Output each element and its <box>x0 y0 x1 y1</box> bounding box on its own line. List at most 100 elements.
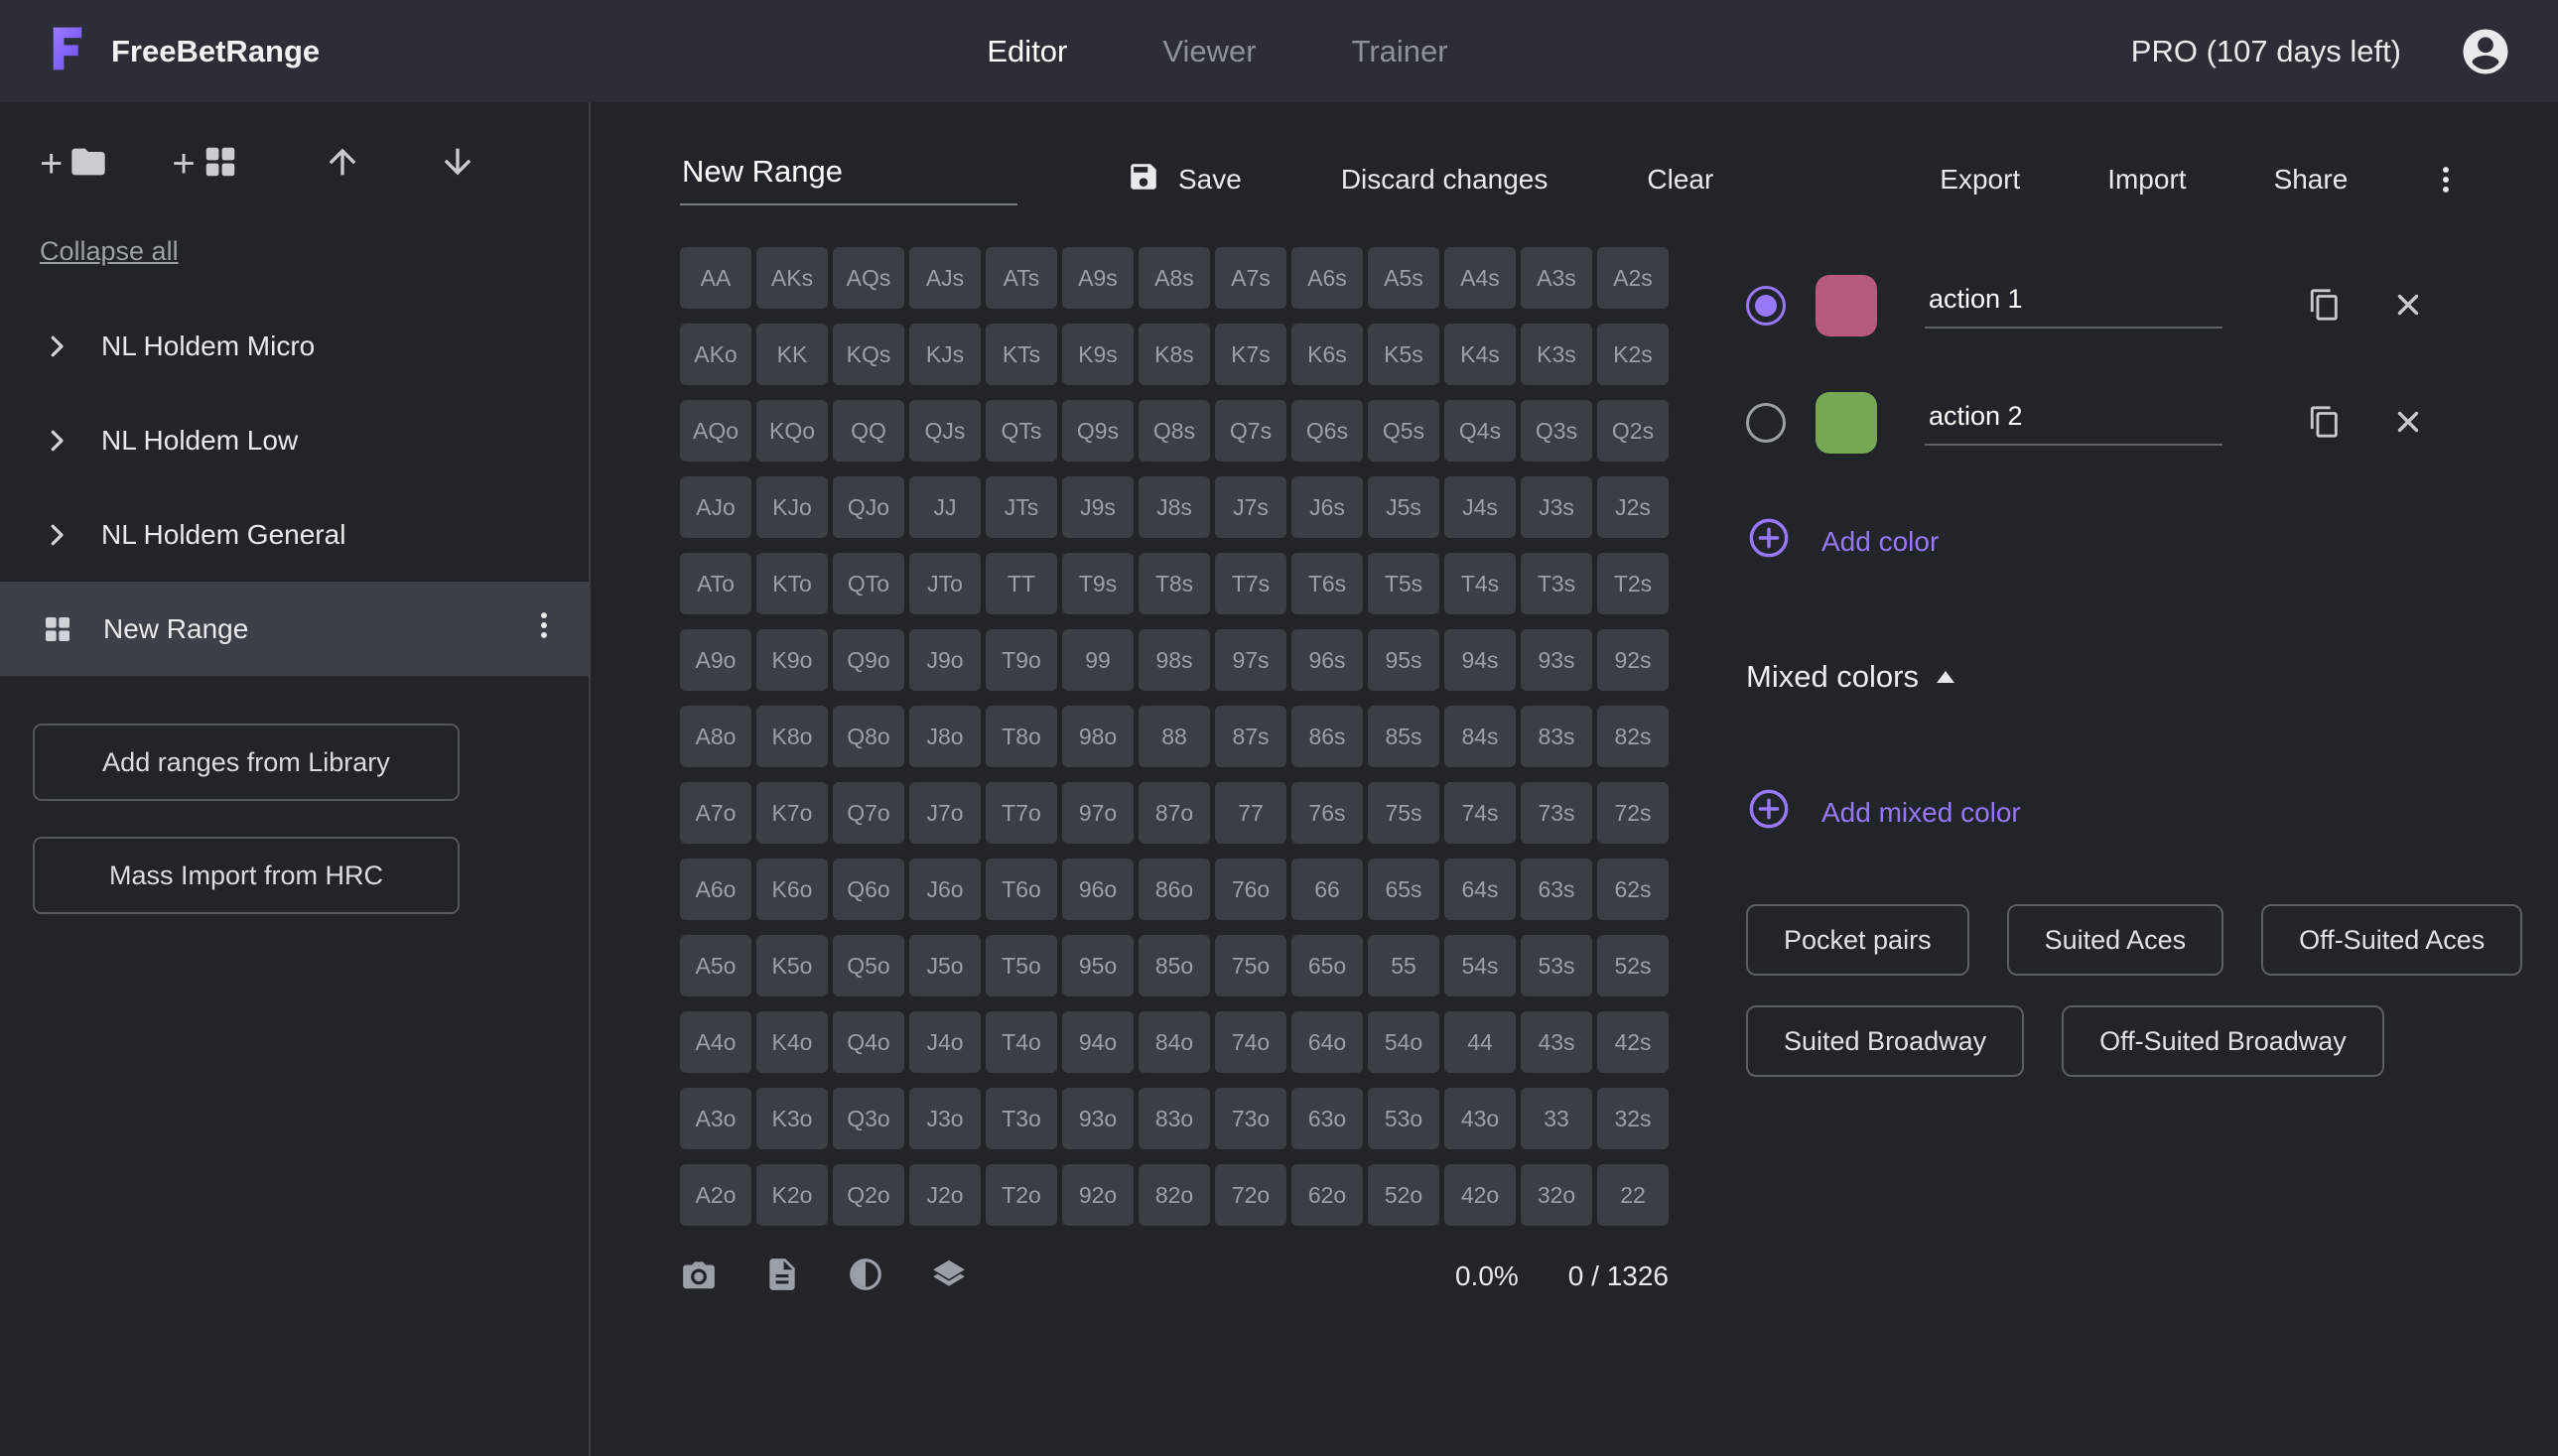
matrix-cell-K8o[interactable]: K8o <box>756 706 828 767</box>
matrix-cell-T3o[interactable]: T3o <box>986 1088 1057 1149</box>
matrix-cell-AKo[interactable]: AKo <box>680 324 751 385</box>
matrix-cell-T4o[interactable]: T4o <box>986 1011 1057 1073</box>
matrix-cell-QTo[interactable]: QTo <box>833 553 904 614</box>
matrix-cell-KJs[interactable]: KJs <box>909 324 981 385</box>
range-item-menu-icon[interactable] <box>527 608 561 649</box>
matrix-cell-K5o[interactable]: K5o <box>756 935 828 996</box>
matrix-cell-A3s[interactable]: A3s <box>1521 247 1592 309</box>
move-down-button[interactable] <box>438 142 477 185</box>
matrix-cell-JJ[interactable]: JJ <box>909 476 981 538</box>
matrix-cell-A5o[interactable]: A5o <box>680 935 751 996</box>
matrix-cell-82o[interactable]: 82o <box>1139 1164 1210 1226</box>
contrast-button[interactable] <box>847 1256 884 1296</box>
matrix-cell-63s[interactable]: 63s <box>1521 859 1592 920</box>
matrix-cell-K9o[interactable]: K9o <box>756 629 828 691</box>
matrix-cell-T2s[interactable]: T2s <box>1597 553 1669 614</box>
matrix-cell-42s[interactable]: 42s <box>1597 1011 1669 1073</box>
account-icon[interactable] <box>2459 25 2512 78</box>
matrix-cell-T9s[interactable]: T9s <box>1062 553 1134 614</box>
matrix-cell-53o[interactable]: 53o <box>1368 1088 1439 1149</box>
matrix-cell-AJo[interactable]: AJo <box>680 476 751 538</box>
matrix-cell-J9o[interactable]: J9o <box>909 629 981 691</box>
matrix-cell-Q9o[interactable]: Q9o <box>833 629 904 691</box>
matrix-cell-75s[interactable]: 75s <box>1368 782 1439 844</box>
matrix-cell-K5s[interactable]: K5s <box>1368 324 1439 385</box>
matrix-cell-96o[interactable]: 96o <box>1062 859 1134 920</box>
matrix-cell-J9s[interactable]: J9s <box>1062 476 1134 538</box>
matrix-cell-95o[interactable]: 95o <box>1062 935 1134 996</box>
matrix-cell-AQs[interactable]: AQs <box>833 247 904 309</box>
matrix-cell-J2s[interactable]: J2s <box>1597 476 1669 538</box>
action-radio[interactable] <box>1746 403 1786 443</box>
matrix-cell-74o[interactable]: 74o <box>1215 1011 1286 1073</box>
matrix-cell-K4s[interactable]: K4s <box>1444 324 1516 385</box>
action-radio[interactable] <box>1746 286 1786 326</box>
matrix-cell-A6s[interactable]: A6s <box>1291 247 1363 309</box>
matrix-cell-JTs[interactable]: JTs <box>986 476 1057 538</box>
matrix-cell-64s[interactable]: 64s <box>1444 859 1516 920</box>
discard-changes-button[interactable]: Discard changes <box>1335 163 1554 197</box>
mixed-colors-header[interactable]: Mixed colors <box>1746 659 2522 695</box>
matrix-cell-84o[interactable]: 84o <box>1139 1011 1210 1073</box>
matrix-cell-85o[interactable]: 85o <box>1139 935 1210 996</box>
share-button[interactable]: Share <box>2268 163 2355 197</box>
tab-trainer[interactable]: Trainer <box>1352 34 1448 69</box>
matrix-cell-87o[interactable]: 87o <box>1139 782 1210 844</box>
matrix-cell-73s[interactable]: 73s <box>1521 782 1592 844</box>
matrix-cell-A6o[interactable]: A6o <box>680 859 751 920</box>
matrix-cell-J8o[interactable]: J8o <box>909 706 981 767</box>
matrix-cell-QTs[interactable]: QTs <box>986 400 1057 462</box>
matrix-cell-96s[interactable]: 96s <box>1291 629 1363 691</box>
matrix-cell-65s[interactable]: 65s <box>1368 859 1439 920</box>
matrix-cell-KK[interactable]: KK <box>756 324 828 385</box>
matrix-cell-83s[interactable]: 83s <box>1521 706 1592 767</box>
matrix-cell-Q6o[interactable]: Q6o <box>833 859 904 920</box>
matrix-cell-72s[interactable]: 72s <box>1597 782 1669 844</box>
matrix-cell-Q6s[interactable]: Q6s <box>1291 400 1363 462</box>
matrix-cell-Q3o[interactable]: Q3o <box>833 1088 904 1149</box>
matrix-cell-QJo[interactable]: QJo <box>833 476 904 538</box>
app-logo[interactable]: FreeBetRange <box>46 24 320 78</box>
matrix-cell-K9s[interactable]: K9s <box>1062 324 1134 385</box>
matrix-cell-87s[interactable]: 87s <box>1215 706 1286 767</box>
preset-off-suited-aces[interactable]: Off-Suited Aces <box>2261 904 2522 976</box>
matrix-cell-AKs[interactable]: AKs <box>756 247 828 309</box>
import-button[interactable]: Import <box>2101 163 2192 197</box>
matrix-cell-55[interactable]: 55 <box>1368 935 1439 996</box>
matrix-cell-85s[interactable]: 85s <box>1368 706 1439 767</box>
matrix-cell-98s[interactable]: 98s <box>1139 629 1210 691</box>
matrix-cell-63o[interactable]: 63o <box>1291 1088 1363 1149</box>
matrix-cell-QJs[interactable]: QJs <box>909 400 981 462</box>
matrix-cell-75o[interactable]: 75o <box>1215 935 1286 996</box>
matrix-cell-99[interactable]: 99 <box>1062 629 1134 691</box>
matrix-cell-KQs[interactable]: KQs <box>833 324 904 385</box>
matrix-cell-J4o[interactable]: J4o <box>909 1011 981 1073</box>
range-name-input[interactable] <box>680 154 1017 205</box>
matrix-cell-95s[interactable]: 95s <box>1368 629 1439 691</box>
matrix-cell-Q2s[interactable]: Q2s <box>1597 400 1669 462</box>
matrix-cell-Q9s[interactable]: Q9s <box>1062 400 1134 462</box>
matrix-cell-66[interactable]: 66 <box>1291 859 1363 920</box>
add-ranges-from-library-button[interactable]: Add ranges from Library <box>33 724 460 801</box>
matrix-cell-62o[interactable]: 62o <box>1291 1164 1363 1226</box>
matrix-cell-K3o[interactable]: K3o <box>756 1088 828 1149</box>
matrix-cell-T6s[interactable]: T6s <box>1291 553 1363 614</box>
range-item-new-range[interactable]: New Range <box>0 582 589 676</box>
matrix-cell-86o[interactable]: 86o <box>1139 859 1210 920</box>
matrix-cell-43s[interactable]: 43s <box>1521 1011 1592 1073</box>
matrix-cell-J3o[interactable]: J3o <box>909 1088 981 1149</box>
matrix-cell-T2o[interactable]: T2o <box>986 1164 1057 1226</box>
matrix-cell-Q5s[interactable]: Q5s <box>1368 400 1439 462</box>
matrix-cell-54o[interactable]: 54o <box>1368 1011 1439 1073</box>
matrix-cell-K2s[interactable]: K2s <box>1597 324 1669 385</box>
matrix-cell-84s[interactable]: 84s <box>1444 706 1516 767</box>
preset-pocket-pairs[interactable]: Pocket pairs <box>1746 904 1969 976</box>
matrix-cell-A7s[interactable]: A7s <box>1215 247 1286 309</box>
matrix-cell-J7s[interactable]: J7s <box>1215 476 1286 538</box>
duplicate-action-button[interactable] <box>2308 405 2342 442</box>
matrix-cell-77[interactable]: 77 <box>1215 782 1286 844</box>
matrix-cell-T7s[interactable]: T7s <box>1215 553 1286 614</box>
screenshot-button[interactable] <box>680 1256 718 1296</box>
matrix-cell-T6o[interactable]: T6o <box>986 859 1057 920</box>
matrix-cell-73o[interactable]: 73o <box>1215 1088 1286 1149</box>
